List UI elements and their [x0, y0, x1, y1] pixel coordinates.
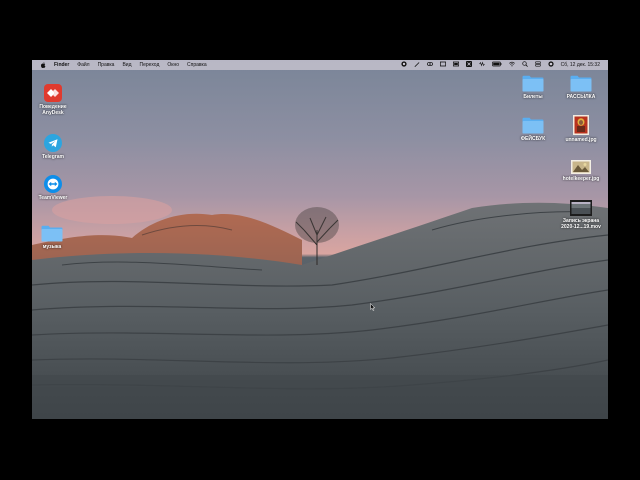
desktop-item-label: музыка — [42, 244, 62, 250]
desktop-item-label: Telegram — [42, 154, 64, 160]
desktop-item-screen-recording[interactable]: Запись экрана 2020-12...19.mov — [558, 200, 604, 230]
folder-icon — [570, 75, 592, 92]
mouse-cursor-icon — [370, 303, 376, 311]
anydesk-icon — [44, 84, 62, 102]
menu-go[interactable]: Переход — [140, 60, 160, 70]
menu-edit[interactable]: Правка — [98, 60, 115, 70]
desktop-item-mailing-folder[interactable]: РАССЫЛКА — [558, 75, 604, 100]
menu-bar: Finder Файл Правка Вид Переход Окно Спра… — [32, 60, 608, 70]
apple-icon[interactable] — [40, 62, 46, 68]
wallpaper — [32, 196, 608, 419]
menu-help[interactable]: Справка — [187, 60, 207, 70]
desktop-item-label: ФЕЙСБУК — [520, 136, 546, 142]
desktop-item-hotelkeeper-jpg[interactable]: hotelkeeper.jpg — [558, 160, 604, 182]
wave-icon[interactable] — [478, 61, 485, 69]
desktop-screen: Finder Файл Правка Вид Переход Окно Спра… — [32, 60, 608, 419]
desktop-item-tickets-folder[interactable]: Билеты — [510, 75, 556, 100]
desktop-item-label: Запись экрана 2020-12...19.mov — [561, 218, 601, 230]
control-center-icon[interactable] — [534, 61, 541, 69]
desktop-item-label: РАССЫЛКА — [566, 94, 596, 100]
desktop-item-facebook-folder[interactable]: ФЕЙСБУК — [510, 117, 556, 142]
video-file-icon — [570, 200, 592, 216]
menu-finder[interactable]: Finder — [54, 60, 69, 70]
menu-view[interactable]: Вид — [122, 60, 131, 70]
screen-record-icon[interactable] — [401, 61, 407, 69]
telegram-icon — [44, 134, 62, 152]
teamviewer-icon — [44, 175, 62, 193]
desktop-item-anydesk[interactable]: Поведение AnyDesk — [32, 84, 76, 116]
menu-file[interactable]: Файл — [77, 60, 89, 70]
menu-window[interactable]: Окно — [167, 60, 179, 70]
folder-icon — [522, 117, 544, 134]
screen-icon[interactable] — [452, 61, 459, 69]
pen-icon[interactable] — [414, 61, 420, 69]
search-icon[interactable] — [521, 61, 528, 69]
desktop-item-teamviewer[interactable]: TeamViewer — [32, 175, 76, 201]
eye-icon[interactable] — [426, 61, 433, 69]
menubar-clock[interactable]: Сб, 12 дек. 15:32 — [561, 62, 600, 68]
desktop-item-label: unnamed.jpg — [565, 137, 597, 143]
status-area: Сб, 12 дек. 15:32 — [394, 60, 600, 70]
battery-icon[interactable] — [491, 61, 502, 69]
image-file-icon — [573, 115, 589, 135]
desktop-item-unnamed-jpg[interactable]: unnamed.jpg — [558, 115, 604, 143]
desktop-item-label: Билеты — [523, 94, 543, 100]
desktop-item-music-folder[interactable]: музыка — [32, 225, 75, 250]
desktop-item-telegram[interactable]: Telegram — [32, 134, 76, 160]
folder-icon — [41, 225, 63, 242]
x-app-icon[interactable] — [465, 61, 472, 69]
desktop-item-label: TeamViewer — [38, 195, 68, 201]
desktop-item-label: Поведение AnyDesk — [39, 104, 67, 116]
folder-icon — [522, 75, 544, 92]
wifi-icon[interactable] — [508, 61, 515, 69]
display-icon[interactable] — [439, 61, 446, 69]
siri-icon[interactable] — [548, 61, 554, 69]
image-file-icon — [571, 160, 591, 174]
desktop-item-label: hotelkeeper.jpg — [562, 176, 600, 182]
